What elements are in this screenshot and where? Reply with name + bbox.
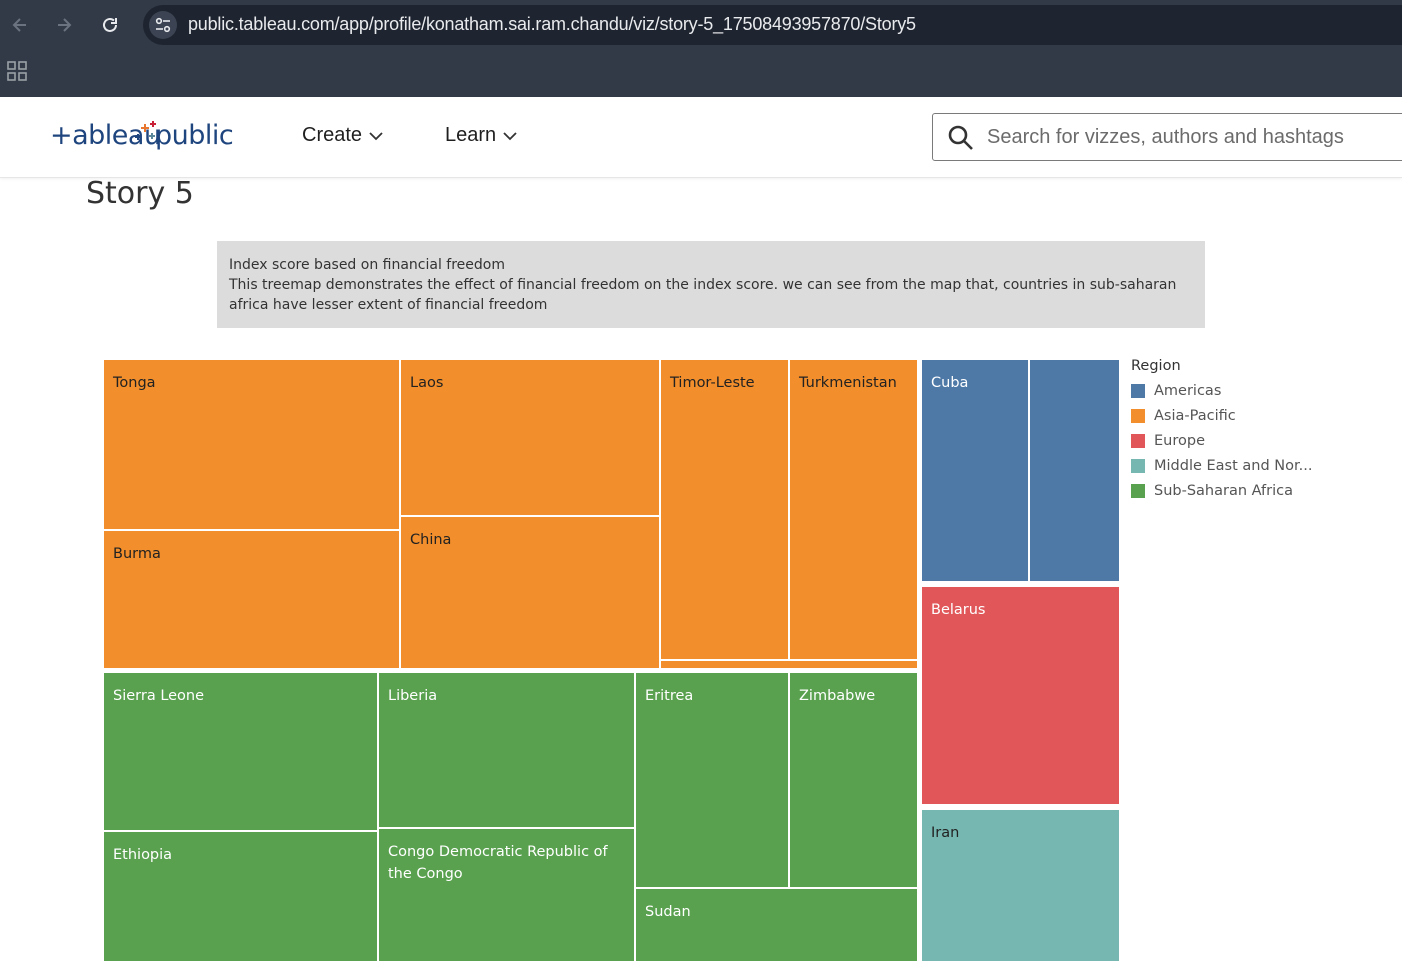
legend-label: Middle East and Nor... — [1154, 457, 1313, 474]
tile-label: Burma — [113, 546, 161, 562]
legend-swatch — [1131, 383, 1145, 398]
tile-label: Sierra Leone — [113, 688, 205, 704]
tile-label: Congo Democratic Republic of the Congo — [388, 844, 608, 882]
legend-item[interactable]: Europe — [1131, 428, 1312, 453]
create-menu-label: Create — [302, 124, 363, 146]
apps-grid-icon — [7, 61, 27, 81]
caption-body: This treemap demonstrates the effect of … — [229, 277, 1177, 313]
tile-label: Cuba — [931, 375, 969, 391]
tile-label: Iran — [931, 825, 960, 841]
treemap-tile[interactable] — [1029, 359, 1120, 582]
create-menu[interactable]: Create — [302, 124, 384, 147]
legend-item[interactable]: Middle East and Nor... — [1131, 453, 1312, 478]
treemap-tile[interactable]: China — [400, 516, 660, 669]
search-icon — [948, 125, 973, 150]
treemap-tile[interactable]: Liberia — [378, 672, 635, 828]
forward-arrow-icon — [58, 18, 72, 32]
tune-icon — [155, 17, 171, 33]
back-button[interactable] — [7, 12, 33, 38]
legend-swatch — [1131, 458, 1145, 473]
reload-button[interactable] — [97, 12, 123, 38]
treemap-tile[interactable]: Sudan — [635, 888, 918, 962]
caption-title: Index score based on financial freedom — [229, 257, 506, 273]
treemap-tile[interactable]: Sierra Leone — [103, 672, 378, 831]
tile-label: Tonga — [113, 375, 156, 391]
apps-shortcut[interactable] — [7, 61, 27, 85]
legend-swatch — [1131, 408, 1145, 423]
legend-label: Americas — [1154, 382, 1222, 399]
svg-text:public: public — [155, 120, 233, 151]
address-bar[interactable]: public.tableau.com/app/profile/konatham.… — [143, 5, 1402, 45]
tile-label: Turkmenistan — [799, 375, 897, 391]
treemap-tile[interactable]: Turkmenistan — [789, 359, 918, 660]
legend-swatch — [1131, 483, 1145, 498]
tile-label: Eritrea — [645, 688, 694, 704]
tile-label: Sudan — [645, 904, 691, 920]
tile-label: Timor-Leste — [670, 375, 755, 391]
treemap-tile[interactable]: Cuba — [921, 359, 1029, 582]
treemap-tile[interactable]: Ethiopia — [103, 831, 378, 962]
tile-label: China — [410, 532, 452, 548]
url-text: public.tableau.com/app/profile/konatham.… — [188, 14, 916, 34]
tile-label: Liberia — [388, 688, 438, 704]
treemap-tile[interactable]: Zimbabwe — [789, 672, 918, 888]
treemap-tile[interactable]: Laos — [400, 359, 660, 516]
back-arrow-icon — [12, 18, 26, 32]
legend-item[interactable]: Americas — [1131, 378, 1312, 403]
region-legend[interactable]: Region Americas Asia-Pacific Europe Middle … — [1131, 358, 1312, 503]
learn-menu[interactable]: Learn — [445, 124, 518, 147]
treemap-tile[interactable]: Burma — [103, 530, 400, 669]
story-caption[interactable]: Index score based on financial freedom T… — [217, 241, 1205, 328]
treemap-tile[interactable]: Timor-Leste — [660, 359, 789, 660]
tile-label: Laos — [410, 375, 444, 391]
legend-label: Europe — [1154, 432, 1205, 449]
legend-swatch — [1131, 433, 1145, 448]
tile-label: Ethiopia — [113, 847, 173, 863]
tableau-public-logo[interactable]: +ableau public — [50, 117, 240, 153]
search-placeholder: Search for vizzes, authors and hashtags — [987, 126, 1344, 148]
treemap-tile[interactable]: Eritrea — [635, 672, 789, 888]
treemap-tile[interactable] — [660, 660, 918, 669]
legend-item[interactable]: Sub-Saharan Africa — [1131, 478, 1312, 503]
learn-menu-label: Learn — [445, 124, 497, 146]
legend-title: Region — [1131, 358, 1181, 374]
search-input[interactable]: Search for vizzes, authors and hashtags — [932, 113, 1402, 161]
legend-label: Asia-Pacific — [1154, 407, 1236, 424]
browser-toolbar: public.tableau.com/app/profile/konatham.… — [0, 0, 1402, 97]
treemap-tile[interactable]: Tonga — [103, 359, 400, 530]
chevron-down-icon — [503, 131, 517, 140]
svg-text:+ableau: +ableau — [50, 120, 161, 151]
chevron-down-icon — [369, 131, 383, 140]
tile-label: Belarus — [931, 602, 986, 618]
treemap-tile[interactable]: Congo Democratic Republic of the Congo — [378, 828, 635, 962]
treemap-tile[interactable]: Belarus — [921, 586, 1120, 805]
story-title: Story 5 — [86, 176, 194, 211]
legend-label: Sub-Saharan Africa — [1154, 482, 1293, 499]
reload-icon — [103, 17, 117, 32]
site-info-button[interactable] — [149, 11, 177, 39]
legend-item[interactable]: Asia-Pacific — [1131, 403, 1312, 428]
site-header: +ableau public Create Learn Search for v… — [0, 97, 1402, 178]
treemap-tile[interactable]: Iran — [921, 809, 1120, 962]
tile-label: Zimbabwe — [799, 688, 876, 704]
forward-button[interactable] — [51, 12, 77, 38]
